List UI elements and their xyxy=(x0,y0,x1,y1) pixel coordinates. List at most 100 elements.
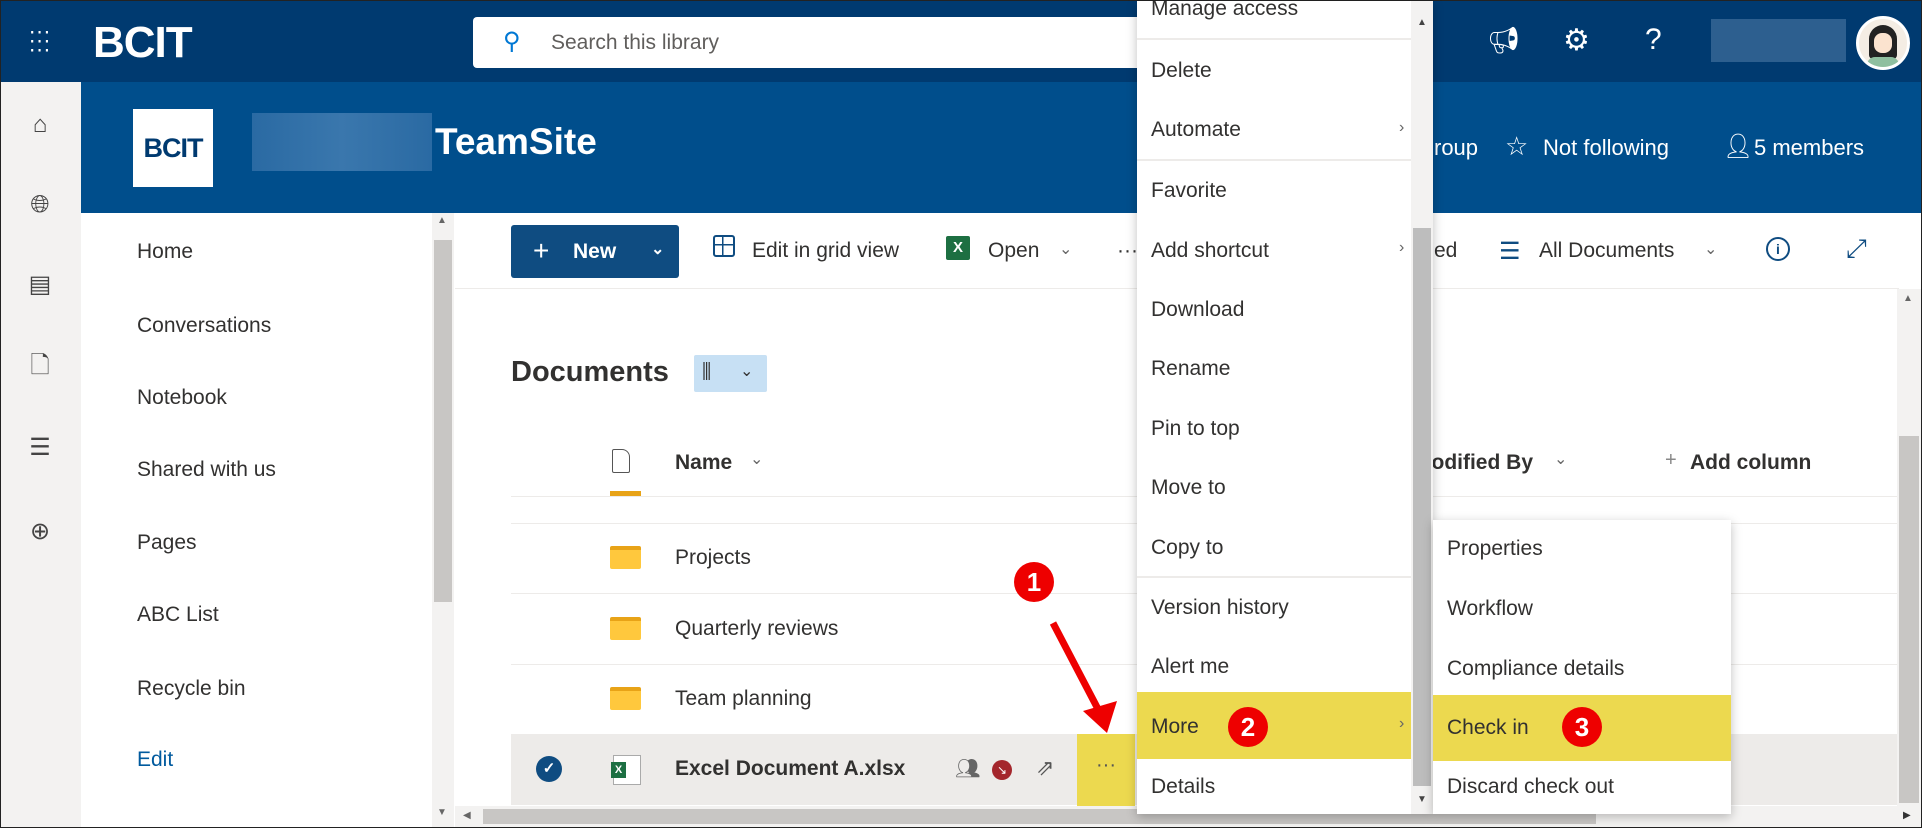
bcit-logo[interactable]: BCIT xyxy=(93,18,193,68)
excel-icon: X xyxy=(946,236,970,260)
menu-item-version-history[interactable]: Version history xyxy=(1151,596,1289,620)
menu-item-details[interactable]: Details xyxy=(1151,775,1215,799)
nav-item-shared[interactable]: Shared with us xyxy=(137,458,276,482)
row-more-actions-button[interactable]: ··· xyxy=(1077,734,1135,806)
menu-item-move-to[interactable]: Move to xyxy=(1151,476,1226,500)
help-icon[interactable]: ? xyxy=(1645,23,1662,57)
row-name[interactable]: Projects xyxy=(675,546,751,570)
menu-separator xyxy=(1137,576,1411,578)
scroll-left-icon[interactable]: ◀ xyxy=(463,810,471,821)
folder-icon xyxy=(610,546,641,569)
menu-scrollbar[interactable]: ▲ ▼ xyxy=(1411,1,1433,814)
library-icon: ⫼ xyxy=(702,361,712,383)
grid-icon xyxy=(713,235,735,257)
annotation-arrow xyxy=(1049,621,1117,733)
search-input[interactable]: Search this library xyxy=(551,31,719,55)
menu-item-manage-access[interactable]: Manage access xyxy=(1151,1,1298,21)
scroll-right-icon[interactable]: ▶ xyxy=(1903,810,1911,821)
submenu-item-discard-check-out[interactable]: Discard check out xyxy=(1447,775,1614,799)
scroll-up-icon[interactable]: ▲ xyxy=(1417,17,1427,28)
column-header-name[interactable]: Name xyxy=(675,451,732,475)
edit-grid-button[interactable]: Edit in grid view xyxy=(752,239,899,263)
submenu-item-properties[interactable]: Properties xyxy=(1447,537,1543,561)
menu-item-download[interactable]: Download xyxy=(1151,298,1244,322)
info-icon[interactable]: i xyxy=(1766,237,1790,261)
nav-item-recycle-bin[interactable]: Recycle bin xyxy=(137,677,246,701)
menu-item-pin-to-top[interactable]: Pin to top xyxy=(1151,417,1240,441)
row-name[interactable]: Quarterly reviews xyxy=(675,617,838,641)
checked-out-icon: ↘ xyxy=(992,760,1012,780)
submenu-item-workflow[interactable]: Workflow xyxy=(1447,597,1533,621)
row-name[interactable]: Team planning xyxy=(675,687,812,711)
add-column-button[interactable]: Add column xyxy=(1690,451,1811,475)
nav-item-conversations[interactable]: Conversations xyxy=(137,314,271,338)
menu-scrollbar-thumb[interactable] xyxy=(1413,228,1431,786)
main-vertical-scrollbar[interactable]: ▲ xyxy=(1897,289,1921,806)
share-icon[interactable]: ⇗ xyxy=(1036,755,1054,781)
menu-item-automate[interactable]: Automate xyxy=(1151,118,1241,142)
scroll-down-icon[interactable]: ▼ xyxy=(1417,794,1427,805)
new-button[interactable]: + New ⌄ xyxy=(511,225,679,278)
menu-item-rename[interactable]: Rename xyxy=(1151,357,1230,381)
more-commands-button[interactable]: ··· xyxy=(1117,239,1138,263)
nav-item-home[interactable]: Home xyxy=(137,240,193,264)
home-icon[interactable]: ⌂ xyxy=(27,112,53,138)
menu-item-delete[interactable]: Delete xyxy=(1151,59,1212,83)
site-title[interactable]: TeamSite xyxy=(435,121,597,163)
submenu-item-compliance-details[interactable]: Compliance details xyxy=(1447,657,1624,681)
menu-separator xyxy=(1137,38,1411,40)
news-icon[interactable]: ▤ xyxy=(27,272,53,298)
main-scrollbar-thumb[interactable] xyxy=(1899,436,1919,803)
menu-item-more[interactable]: More xyxy=(1151,715,1199,739)
chevron-right-icon: › xyxy=(1399,239,1405,256)
open-button[interactable]: Open xyxy=(988,239,1039,263)
blurred-site-prefix xyxy=(252,113,432,171)
scroll-down-icon[interactable]: ▼ xyxy=(437,807,447,818)
star-icon[interactable]: ☆ xyxy=(1505,131,1528,162)
chevron-down-icon: ⌄ xyxy=(651,241,665,258)
members-button[interactable]: 5 members xyxy=(1754,135,1864,161)
group-label[interactable]: roup xyxy=(1434,135,1478,161)
chevron-down-icon[interactable]: ⌄ xyxy=(1059,239,1072,259)
file-icon[interactable]: 🗋 xyxy=(27,353,53,379)
site-logo[interactable]: BCIT xyxy=(133,109,213,187)
folder-icon xyxy=(610,617,641,640)
nav-scrollbar[interactable]: ▲ ▼ xyxy=(432,213,454,827)
megaphone-icon[interactable]: 📢︎ xyxy=(1487,25,1520,56)
app-launcher-icon[interactable]: ⋅⋅⋅ ⋅⋅⋅ ⋅⋅⋅ xyxy=(29,23,55,61)
more-submenu: Properties Workflow Compliance details C… xyxy=(1433,520,1731,814)
avatar[interactable] xyxy=(1856,16,1910,70)
chevron-down-icon[interactable]: ⌄ xyxy=(750,449,763,469)
nav-item-pages[interactable]: Pages xyxy=(137,531,197,555)
row-name[interactable]: Excel Document A.xlsx xyxy=(675,757,905,781)
menu-item-alert-me[interactable]: Alert me xyxy=(1151,655,1229,679)
menu-item-add-shortcut[interactable]: Add shortcut xyxy=(1151,239,1269,263)
new-label: New xyxy=(573,240,617,263)
submenu-item-check-in[interactable]: Check in xyxy=(1447,716,1529,740)
globe-icon[interactable]: 🌐︎ xyxy=(27,192,53,218)
app-bar: ⌂ 🌐︎ ▤ 🗋 ☰ ⊕ xyxy=(1,82,81,827)
follow-button[interactable]: Not following xyxy=(1543,135,1669,161)
chevron-down-icon[interactable]: ⌄ xyxy=(1704,239,1717,259)
create-icon[interactable]: ⊕ xyxy=(27,519,53,545)
plus-icon: + xyxy=(533,235,550,266)
nav-item-notebook[interactable]: Notebook xyxy=(137,386,227,410)
nav-item-abc-list[interactable]: ABC List xyxy=(137,603,219,627)
gear-icon[interactable]: ⚙ xyxy=(1563,23,1590,58)
selected-check-icon[interactable]: ✓ xyxy=(536,756,562,782)
scroll-up-icon[interactable]: ▲ xyxy=(1903,293,1913,304)
step-3-badge: 3 xyxy=(1562,707,1602,747)
person-icon: 👤︎ xyxy=(1723,133,1754,160)
menu-item-copy-to[interactable]: Copy to xyxy=(1151,536,1223,560)
nav-scrollbar-thumb[interactable] xyxy=(434,240,452,602)
nav-edit-link[interactable]: Edit xyxy=(137,748,173,772)
view-selector[interactable]: All Documents xyxy=(1539,239,1674,263)
chevron-down-icon[interactable]: ⌄ xyxy=(1554,449,1567,469)
shared-people-icon: 👥︎ xyxy=(955,758,981,780)
menu-item-favorite[interactable]: Favorite xyxy=(1151,179,1227,203)
expand-icon[interactable]: ⤢ xyxy=(1846,233,1867,265)
lists-icon[interactable]: ☰ xyxy=(27,435,53,461)
step-2-badge: 2 xyxy=(1228,707,1268,747)
scroll-up-icon[interactable]: ▲ xyxy=(437,215,447,226)
library-view-button[interactable]: ⫼ ⌄ xyxy=(694,355,767,392)
